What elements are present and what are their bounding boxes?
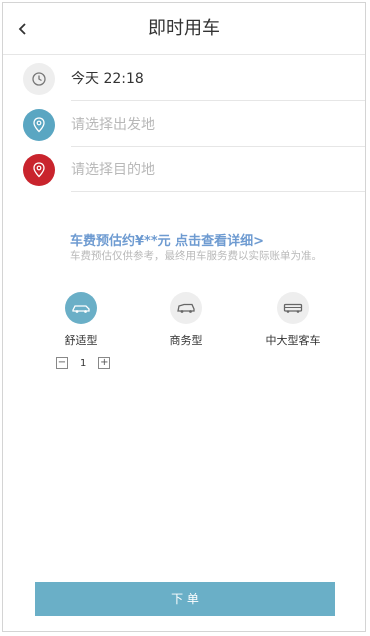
decrement-button[interactable]: − [56,357,68,369]
divider [71,146,365,147]
quantity-stepper: − 1 + [56,356,111,370]
car-type-label: 中大型客车 [265,334,321,347]
fare-note: 车费预估仅供参考，最终用车服务费以实际账单为准。 [70,250,322,262]
car-type-bus[interactable]: 中大型客车 [253,292,333,348]
increment-button[interactable]: + [98,357,111,369]
car-type-comfort[interactable]: 舒适型 [41,292,121,348]
time-row[interactable]: 今天 22:18 [3,57,365,101]
clock-icon [23,63,55,95]
origin-row[interactable]: 请选择出发地 [3,103,365,147]
page-title: 即时用车 [148,18,220,39]
divider [71,191,365,192]
divider [71,100,365,101]
destination-input[interactable]: 请选择目的地 [71,148,155,192]
car-type-label: 商务型 [169,334,203,347]
header-bar: 即时用车 [3,3,365,55]
mpv-icon [170,292,202,324]
car-type-label: 舒适型 [64,334,98,347]
sedan-icon [65,292,97,324]
car-type-business[interactable]: 商务型 [146,292,226,348]
location-pin-icon [23,154,55,186]
time-value: 今天 22:18 [71,71,144,87]
destination-row[interactable]: 请选择目的地 [3,148,365,192]
place-order-button[interactable]: 下 单 [35,582,335,616]
fare-estimate-link[interactable]: 车费预估约¥**元 点击查看详细> [70,230,264,249]
quantity-value: 1 [80,357,87,369]
origin-input[interactable]: 请选择出发地 [71,103,155,147]
bus-icon [277,292,309,324]
location-pin-icon [23,109,55,141]
